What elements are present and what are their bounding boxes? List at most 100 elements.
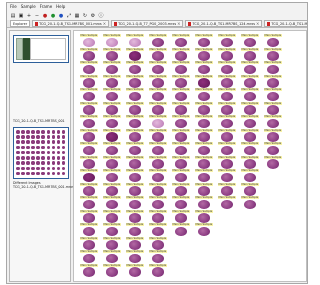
tissue-core[interactable] [129,213,141,223]
tissue-core[interactable] [198,105,210,115]
open-icon[interactable]: ▤ [10,13,16,19]
tissue-core[interactable] [198,159,210,169]
tissue-core[interactable] [267,64,279,74]
tissue-core[interactable] [106,105,118,115]
tissue-core[interactable] [175,78,187,88]
tissue-core[interactable] [198,118,210,128]
tissue-core[interactable] [83,240,95,250]
settings-icon[interactable]: ⚙ [90,13,96,19]
tissue-core[interactable] [175,51,187,61]
menu-frame[interactable]: Frame [40,3,52,11]
tissue-core[interactable] [267,145,279,155]
blue-icon[interactable]: ● [58,13,64,19]
tissue-core[interactable] [198,172,210,182]
tissue-core[interactable] [198,78,210,88]
tissue-core[interactable] [152,159,164,169]
tissue-core[interactable] [83,159,95,169]
tissue-core[interactable] [221,105,233,115]
tissue-core[interactable] [83,51,95,61]
tissue-core[interactable] [106,145,118,155]
save-icon[interactable]: ▣ [18,13,24,19]
tissue-core[interactable] [129,186,141,196]
tissue-core[interactable] [198,51,210,61]
tissue-core[interactable] [175,37,187,47]
tissue-core[interactable] [129,78,141,88]
tissue-core[interactable] [221,91,233,101]
tissue-core[interactable] [129,199,141,209]
close-icon[interactable]: × [256,21,259,26]
close-icon[interactable]: × [177,21,180,26]
zoom-out-icon[interactable]: − [34,13,40,19]
tissue-core[interactable] [129,253,141,263]
tissue-core[interactable] [152,91,164,101]
tissue-core[interactable] [267,91,279,101]
tissue-core[interactable] [83,172,95,182]
tissue-core[interactable] [129,37,141,47]
tissue-core[interactable] [83,253,95,263]
tissue-core[interactable] [175,199,187,209]
tab-1[interactable]: TCG_20-1-Q-B_TS1-MR7BS_001.mrxs × [32,20,110,27]
tissue-core[interactable] [106,199,118,209]
tissue-core[interactable] [83,118,95,128]
tissue-core[interactable] [83,91,95,101]
tab-3[interactable]: TCG_20-1-Q-B_TS1-MR7BS_124.mrxs × [185,20,263,27]
tissue-core[interactable] [244,105,256,115]
tissue-core[interactable] [106,240,118,250]
tissue-core[interactable] [175,186,187,196]
menu-sample[interactable]: Sample [21,3,36,11]
menu-help[interactable]: Help [56,3,65,11]
tissue-core[interactable] [129,267,141,277]
tissue-core[interactable] [152,267,164,277]
tissue-core[interactable] [244,159,256,169]
tissue-core[interactable] [175,91,187,101]
tissue-core[interactable] [83,37,95,47]
tissue-core[interactable] [175,145,187,155]
red-icon[interactable]: ● [42,13,48,19]
tissue-core[interactable] [83,213,95,223]
tissue-core[interactable] [129,159,141,169]
tissue-core[interactable] [175,105,187,115]
tissue-core[interactable] [152,64,164,74]
tissue-core[interactable] [198,37,210,47]
tab-4[interactable]: TCG_20-1-Q-B_TS1-MR7BS_P2003.mrxs× [264,20,307,27]
tissue-core[interactable] [83,105,95,115]
tissue-core[interactable] [221,64,233,74]
tissue-core[interactable] [175,159,187,169]
tissue-core[interactable] [267,51,279,61]
tissue-core[interactable] [198,226,210,236]
tissue-core[interactable] [221,37,233,47]
tissue-core[interactable] [198,132,210,142]
tissue-core[interactable] [83,132,95,142]
tissue-core[interactable] [221,118,233,128]
tissue-core[interactable] [83,199,95,209]
tissue-core[interactable] [152,105,164,115]
menu-file[interactable]: File [10,3,17,11]
tissue-core[interactable] [198,64,210,74]
tissue-core[interactable] [267,159,279,169]
tissue-core[interactable] [267,37,279,47]
close-icon[interactable]: × [103,21,106,26]
tissue-core[interactable] [129,132,141,142]
tissue-core[interactable] [198,199,210,209]
tissue-core[interactable] [83,78,95,88]
tissue-core[interactable] [152,213,164,223]
tissue-core[interactable] [129,105,141,115]
rotate-icon[interactable]: ↻ [82,13,88,19]
tissue-core[interactable] [106,253,118,263]
tissue-core[interactable] [152,132,164,142]
tissue-core[interactable] [244,64,256,74]
mosaic-thumbnail[interactable] [13,127,69,179]
tissue-core[interactable] [129,118,141,128]
tissue-core[interactable] [175,64,187,74]
tissue-core[interactable] [129,226,141,236]
tissue-core[interactable] [244,145,256,155]
tissue-core[interactable] [106,118,118,128]
tissue-core[interactable] [175,118,187,128]
tissue-core[interactable] [106,132,118,142]
tissue-core[interactable] [152,172,164,182]
tissue-core[interactable] [152,37,164,47]
tissue-core[interactable] [152,186,164,196]
tissue-core[interactable] [221,172,233,182]
zoom-in-icon[interactable]: + [26,13,32,19]
tissue-core[interactable] [267,105,279,115]
